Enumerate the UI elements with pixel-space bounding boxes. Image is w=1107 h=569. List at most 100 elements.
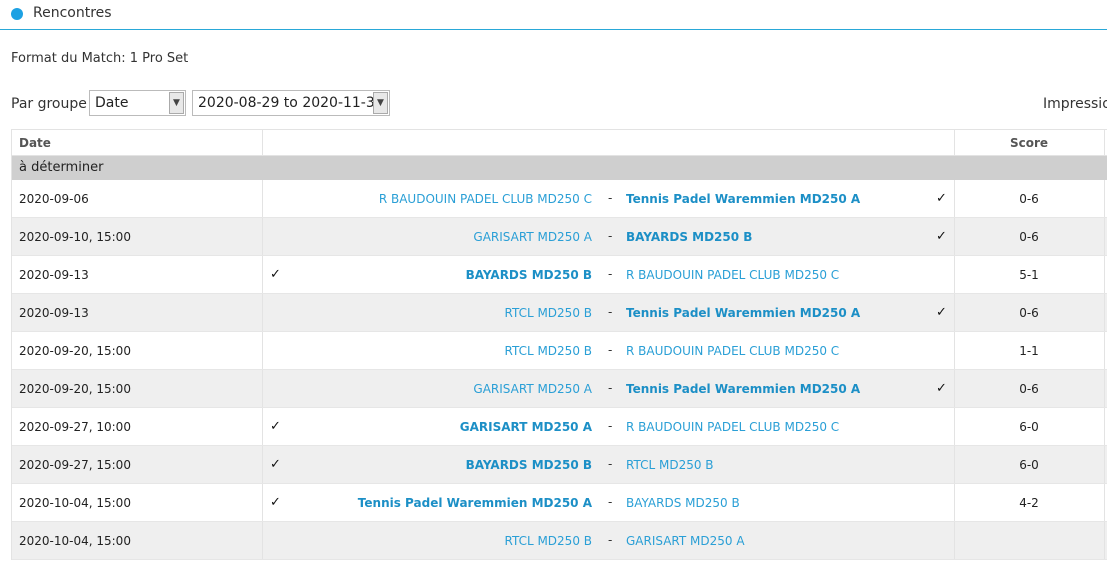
column-divider <box>954 522 955 559</box>
team-separator: - <box>608 533 613 547</box>
team-separator: - <box>608 343 613 357</box>
match-date: 2020-09-13 <box>19 268 89 282</box>
table-body: 2020-09-06 R BAUDOUIN PADEL CLUB MD250 C-… <box>12 180 1107 560</box>
column-divider <box>262 218 263 255</box>
away-team-link[interactable]: RTCL MD250 B <box>626 458 714 472</box>
away-team-link[interactable]: R BAUDOUIN PADEL CLUB MD250 C <box>626 344 839 358</box>
team-separator: - <box>608 381 613 395</box>
away-team-link[interactable]: Tennis Padel Waremmien MD250 A <box>626 382 860 396</box>
chevron-down-icon[interactable]: ▼ <box>169 92 184 114</box>
home-team-link[interactable]: GARISART MD250 A <box>460 420 592 434</box>
home-team-link[interactable]: RTCL MD250 B <box>504 534 592 548</box>
team-separator: - <box>608 419 613 433</box>
match-date: 2020-09-27, 10:00 <box>19 420 131 434</box>
checkmark-icon: ✓ <box>270 267 281 282</box>
group-row: à déterminer <box>12 156 1107 180</box>
column-divider <box>1104 484 1105 521</box>
column-header-date[interactable]: Date <box>19 130 51 156</box>
table-row[interactable]: 2020-09-27, 10:00 ✓ GARISART MD250 A -R BAU… <box>12 408 1107 446</box>
group-by-value: Date <box>95 95 129 111</box>
checkmark-icon: ✓ <box>270 419 281 434</box>
table-row[interactable]: 2020-09-10, 15:00 GARISART MD250 A - BAYARD… <box>12 218 1107 256</box>
match-date: 2020-09-10, 15:00 <box>19 230 131 244</box>
column-divider <box>1104 256 1105 293</box>
home-team-link[interactable]: BAYARDS MD250 B <box>466 458 592 472</box>
filter-bar: Par groupe Date ▼ 2020-08-29 to 2020-11-… <box>0 90 1107 118</box>
match-score: 6-0 <box>1019 458 1039 472</box>
checkmark-icon: ✓ <box>936 191 947 206</box>
match-date: 2020-09-06 <box>19 192 89 206</box>
checkmark-icon: ✓ <box>936 381 947 396</box>
match-score: 0-6 <box>1019 382 1039 396</box>
home-team-link[interactable]: R BAUDOUIN PADEL CLUB MD250 C <box>379 192 592 206</box>
table-row[interactable]: 2020-09-20, 15:00 GARISART MD250 A - Tennis… <box>12 370 1107 408</box>
home-team-link[interactable]: GARISART MD250 A <box>473 230 592 244</box>
home-team-link[interactable]: RTCL MD250 B <box>504 344 592 358</box>
group-by-label: Par groupe <box>11 96 87 112</box>
table-row[interactable]: 2020-10-04, 15:00 RTCL MD250 B - GARISART M… <box>12 522 1107 560</box>
circle-dot-icon <box>11 8 23 20</box>
match-format-text: Format du Match: 1 Pro Set <box>11 51 189 66</box>
match-date: 2020-09-20, 15:00 <box>19 344 131 358</box>
match-score: 0-6 <box>1019 230 1039 244</box>
away-team-link[interactable]: Tennis Padel Waremmien MD250 A <box>626 192 860 206</box>
match-date: 2020-10-04, 15:00 <box>19 534 131 548</box>
away-team-link[interactable]: Tennis Padel Waremmien MD250 A <box>626 306 860 320</box>
match-score: 0-6 <box>1019 306 1039 320</box>
team-separator: - <box>608 457 613 471</box>
team-separator: - <box>608 229 613 243</box>
column-divider <box>262 294 263 331</box>
match-date: 2020-09-13 <box>19 306 89 320</box>
table-row[interactable]: 2020-09-20, 15:00 RTCL MD250 B -R BAUDOUIN… <box>12 332 1107 370</box>
away-team-link[interactable]: BAYARDS MD250 B <box>626 496 740 510</box>
chevron-down-icon[interactable]: ▼ <box>373 92 388 114</box>
column-divider <box>1104 446 1105 483</box>
column-divider <box>1104 180 1105 217</box>
group-by-select[interactable]: Date ▼ <box>89 90 186 116</box>
team-separator: - <box>608 305 613 319</box>
column-divider <box>262 256 263 293</box>
column-divider <box>1104 294 1105 331</box>
match-date: 2020-10-04, 15:00 <box>19 496 131 510</box>
match-date: 2020-09-27, 15:00 <box>19 458 131 472</box>
away-team-link[interactable]: R BAUDOUIN PADEL CLUB MD250 C <box>626 268 839 282</box>
table-row[interactable]: 2020-10-04, 15:00 ✓ Tennis Padel Waremmien… <box>12 484 1107 522</box>
match-score: 1-1 <box>1019 344 1039 358</box>
away-team-link[interactable]: R BAUDOUIN PADEL CLUB MD250 C <box>626 420 839 434</box>
home-team-link[interactable]: GARISART MD250 A <box>473 382 592 396</box>
table-row[interactable]: 2020-09-06 R BAUDOUIN PADEL CLUB MD250 C -… <box>12 180 1107 218</box>
checkmark-icon: ✓ <box>936 305 947 320</box>
away-team-link[interactable]: BAYARDS MD250 B <box>626 230 752 244</box>
column-divider <box>262 130 263 155</box>
match-score: 6-0 <box>1019 420 1039 434</box>
team-separator: - <box>608 495 613 509</box>
date-range-select[interactable]: 2020-08-29 to 2020-11-30 ▼ <box>192 90 390 116</box>
match-date: 2020-09-20, 15:00 <box>19 382 131 396</box>
matches-table: Date Score à déterminer 2020-09-06 R BAUD… <box>11 129 1107 560</box>
match-score: 0-6 <box>1019 192 1039 206</box>
column-divider <box>1104 370 1105 407</box>
column-divider <box>1104 218 1105 255</box>
print-link[interactable]: Impressio <box>1043 96 1107 112</box>
column-divider <box>1104 130 1105 155</box>
column-header-score[interactable]: Score <box>955 130 1103 156</box>
table-header: Date Score <box>12 129 1107 156</box>
home-team-link[interactable]: RTCL MD250 B <box>504 306 592 320</box>
match-score: 4-2 <box>1019 496 1039 510</box>
column-divider <box>262 180 263 217</box>
section-header: Rencontres <box>0 0 1107 30</box>
column-divider <box>262 408 263 445</box>
table-row[interactable]: 2020-09-27, 15:00 ✓ BAYARDS MD250 B - RTCL M… <box>12 446 1107 484</box>
column-divider <box>1104 408 1105 445</box>
section-title: Rencontres <box>33 5 112 21</box>
checkmark-icon: ✓ <box>936 229 947 244</box>
team-separator: - <box>608 267 613 281</box>
column-divider <box>1104 332 1105 369</box>
column-divider <box>262 446 263 483</box>
table-row[interactable]: 2020-09-13 ✓ BAYARDS MD250 B -R BAUDOUIN PA… <box>12 256 1107 294</box>
away-team-link[interactable]: GARISART MD250 A <box>626 534 745 548</box>
home-team-link[interactable]: Tennis Padel Waremmien MD250 A <box>358 496 592 510</box>
home-team-link[interactable]: BAYARDS MD250 B <box>466 268 592 282</box>
table-row[interactable]: 2020-09-13 RTCL MD250 B - Tennis Padel Ware… <box>12 294 1107 332</box>
column-divider <box>262 522 263 559</box>
